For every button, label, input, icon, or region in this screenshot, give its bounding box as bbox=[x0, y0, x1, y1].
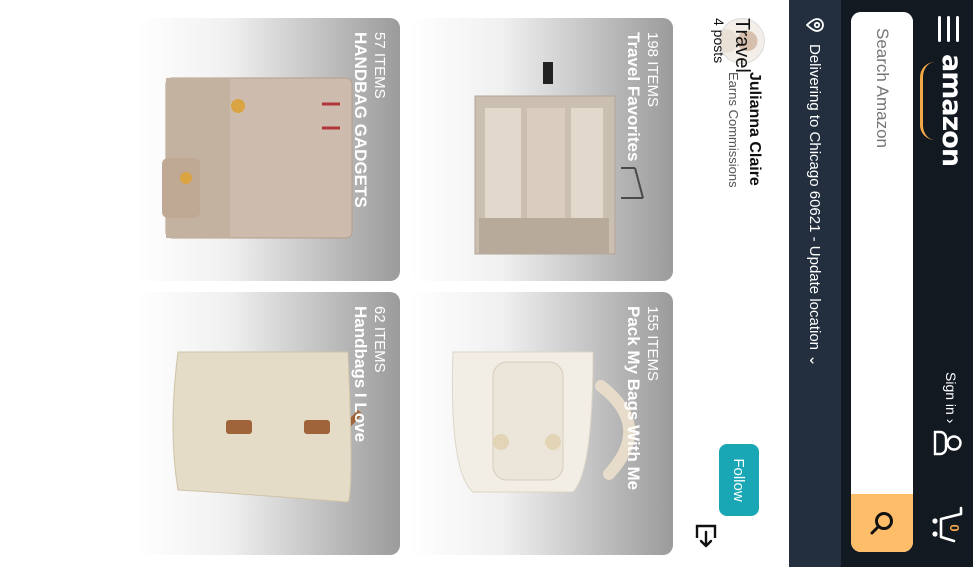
share-icon[interactable] bbox=[693, 522, 719, 548]
amazon-logo[interactable]: amazon bbox=[936, 54, 967, 166]
menu-icon[interactable] bbox=[937, 16, 959, 42]
delivery-text: Delivering to Chicago 60621 - Update loc… bbox=[806, 44, 823, 367]
collection-name: Pack My Bags With Me bbox=[624, 306, 643, 491]
cart-icon[interactable]: 0 bbox=[929, 505, 967, 545]
collection-title: Travel bbox=[731, 18, 753, 73]
collection-name: Travel Favorites bbox=[624, 32, 643, 162]
collection-card[interactable]: 155 ITEMS Pack My Bags With Me bbox=[410, 292, 673, 555]
item-count: 155 ITEMS bbox=[644, 306, 661, 382]
profile-subtitle: Earns Commissions bbox=[726, 72, 741, 188]
delivery-bar[interactable]: Delivering to Chicago 60621 - Update loc… bbox=[789, 0, 841, 567]
profile-header: Julianna Claire Earns Commissions Follow bbox=[659, 0, 789, 567]
search-input[interactable] bbox=[851, 12, 913, 492]
collection-name: Handbags I Love bbox=[351, 306, 370, 443]
search-icon bbox=[870, 512, 893, 535]
collection-card[interactable]: 62 ITEMS Handbags I Love bbox=[137, 292, 400, 555]
logo-smile-icon bbox=[920, 62, 935, 140]
top-bar: amazon Sign in › 0 bbox=[841, 0, 973, 567]
item-count: 198 ITEMS bbox=[644, 32, 661, 108]
collection-card[interactable]: 198 ITEMS Travel Favorites bbox=[410, 18, 673, 281]
search-button[interactable] bbox=[851, 494, 913, 552]
location-pin-icon bbox=[806, 18, 824, 32]
profile-name[interactable]: Julianna Claire bbox=[745, 72, 763, 186]
item-count: 57 ITEMS bbox=[371, 32, 388, 99]
search-bar bbox=[851, 12, 913, 552]
collection-card[interactable]: 57 ITEMS HANDBAG GADGETS bbox=[137, 18, 400, 281]
collection-name: HANDBAG GADGETS bbox=[351, 32, 370, 208]
page: amazon Sign in › 0 Deli bbox=[0, 0, 973, 567]
item-count: 62 ITEMS bbox=[371, 306, 388, 373]
follow-button[interactable]: Follow bbox=[719, 444, 759, 516]
post-count: 4 posts bbox=[711, 18, 727, 64]
sign-in-link[interactable]: Sign in › bbox=[943, 372, 959, 423]
user-icon[interactable] bbox=[933, 430, 963, 456]
cart-count: 0 bbox=[947, 524, 962, 531]
